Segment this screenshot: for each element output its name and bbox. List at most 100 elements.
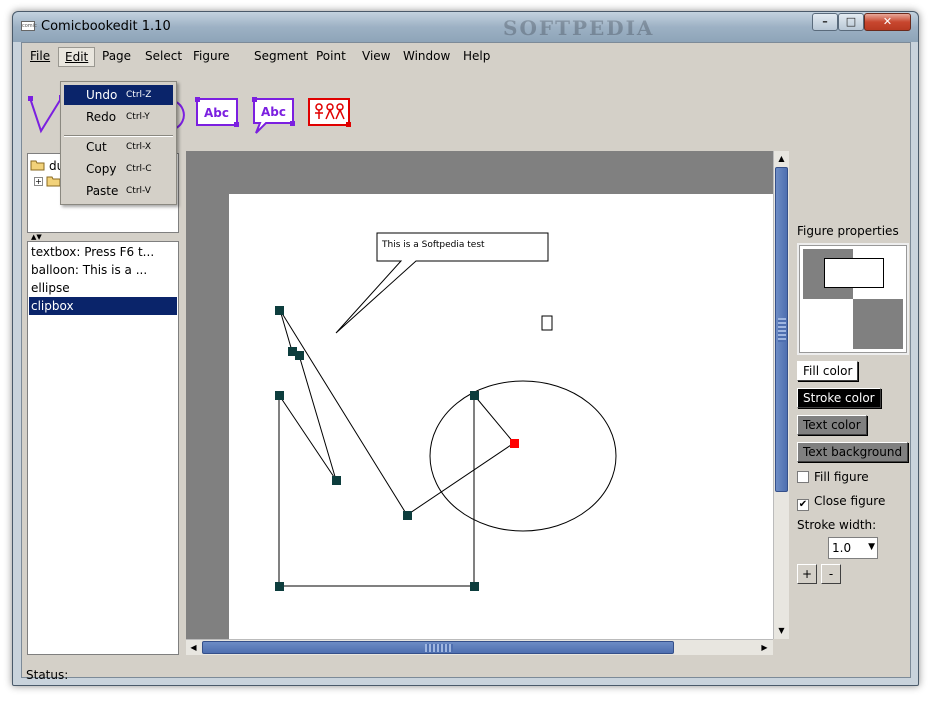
- menu-cut[interactable]: Cut Ctrl-X: [64, 137, 173, 157]
- scroll-up-icon[interactable]: ▲: [774, 151, 789, 166]
- increase-width-button[interactable]: +: [797, 564, 817, 584]
- balloon-text: This is a Softpedia test: [381, 240, 485, 250]
- menu-bar: File Edit Page Select Figure Segment Poi…: [22, 45, 910, 67]
- vertical-scroll-thumb[interactable]: [775, 167, 788, 492]
- menu-segment-label: Segment: [254, 49, 308, 63]
- menu-select-label: Select: [145, 49, 183, 63]
- window-title: Comicbookedit 1.10: [41, 19, 171, 34]
- menu-select[interactable]: Select: [139, 47, 188, 67]
- stroke-width-select[interactable]: 1.0 ▼: [828, 537, 878, 559]
- menu-redo[interactable]: Redo Ctrl-Y: [64, 107, 173, 127]
- menu-file[interactable]: File: [24, 47, 56, 67]
- point-handle[interactable]: [332, 476, 341, 485]
- textbox-tool-text: Abc: [204, 106, 229, 120]
- clipbox-tool-icon[interactable]: [306, 95, 354, 129]
- menu-point[interactable]: Point: [310, 47, 352, 67]
- figure-list-item[interactable]: ellipse: [29, 279, 177, 297]
- menu-file-label: File: [30, 49, 51, 63]
- point-handle[interactable]: [275, 582, 284, 591]
- horizontal-scrollbar[interactable]: ◀ ▶: [186, 639, 773, 655]
- figure-list-item[interactable]: textbox: Press F6 t...: [29, 243, 177, 261]
- active-point-handle[interactable]: [510, 439, 519, 448]
- scroll-left-icon[interactable]: ◀: [186, 640, 201, 655]
- grip-icon: [778, 318, 786, 342]
- figure-list: textbox: Press F6 t... balloon: This is …: [27, 241, 179, 655]
- maximize-icon: □: [845, 15, 857, 28]
- menu-figure[interactable]: Figure: [187, 47, 236, 67]
- preview-cell: [803, 299, 853, 349]
- menu-help-label: Help: [463, 49, 491, 63]
- checkmark-icon: ✔: [797, 499, 809, 511]
- fill-figure-label: Fill figure: [814, 470, 869, 484]
- panel-splitter[interactable]: ▲▼: [27, 233, 179, 241]
- close-icon: ✕: [882, 15, 893, 28]
- preview-cell: [853, 299, 903, 349]
- menu-undo[interactable]: Undo Ctrl-Z: [64, 85, 173, 105]
- stroke-color-button[interactable]: Stroke color: [797, 388, 881, 408]
- menu-page[interactable]: Page: [96, 47, 137, 67]
- menu-redo-shortcut: Ctrl-Y: [126, 112, 150, 122]
- comic-page[interactable]: This is a Softpedia test: [229, 194, 773, 639]
- menu-copy[interactable]: Copy Ctrl-C: [64, 159, 173, 179]
- vertical-scrollbar[interactable]: ▲ ▼: [773, 151, 789, 639]
- menu-copy-label: Copy: [86, 162, 117, 176]
- textbox-tool-icon[interactable]: Abc: [194, 95, 242, 129]
- figure-list-item[interactable]: clipbox: [29, 297, 177, 315]
- point-handle[interactable]: [295, 351, 304, 360]
- close-figure-label: Close figure: [814, 494, 886, 508]
- menu-window-label: Window: [403, 49, 451, 63]
- point-handle[interactable]: [470, 391, 479, 400]
- open-folder-icon: [30, 160, 45, 171]
- fill-color-button[interactable]: Fill color: [797, 361, 859, 381]
- menu-point-label: Point: [316, 49, 346, 63]
- balloon-tool-icon[interactable]: Abc: [250, 95, 298, 137]
- close-figure-checkbox[interactable]: ✔ Close figure: [797, 494, 885, 511]
- client-area: File Edit Page Select Figure Segment Poi…: [21, 42, 911, 682]
- menu-paste[interactable]: Paste Ctrl-V: [64, 181, 173, 201]
- ellipse-figure[interactable]: [429, 380, 617, 532]
- point-handle[interactable]: [275, 391, 284, 400]
- clipbox-figure[interactable]: [278, 395, 475, 587]
- menu-cut-shortcut: Ctrl-X: [126, 142, 151, 152]
- decrease-width-button[interactable]: -: [821, 564, 841, 584]
- menu-window[interactable]: Window: [397, 47, 456, 67]
- menu-help[interactable]: Help: [457, 47, 496, 67]
- menu-edit[interactable]: Edit: [58, 47, 96, 67]
- polyline-figure[interactable]: [278, 309, 515, 516]
- scroll-down-icon[interactable]: ▼: [774, 623, 789, 638]
- tree-expand-icon[interactable]: +: [34, 177, 43, 186]
- text-color-button[interactable]: Text color: [797, 415, 867, 435]
- point-handles[interactable]: [275, 306, 479, 591]
- menu-cut-label: Cut: [86, 140, 107, 154]
- menu-page-label: Page: [102, 49, 132, 63]
- figure-list-item[interactable]: balloon: This is a ...: [29, 261, 177, 279]
- menu-figure-label: Figure: [193, 49, 230, 63]
- status-bar: Status:: [26, 668, 69, 682]
- drawing-surface[interactable]: This is a Softpedia test: [229, 194, 773, 639]
- minimize-button[interactable]: –: [812, 13, 838, 31]
- figure-preview: [797, 243, 909, 355]
- app-window: comic Comicbookedit 1.10 SOFTPEDIA – □ ✕…: [12, 11, 919, 686]
- title-bar[interactable]: comic Comicbookedit 1.10 SOFTPEDIA – □ ✕: [13, 12, 918, 42]
- stroke-width-value: 1.0: [832, 541, 852, 555]
- stroke-width-label: Stroke width:: [797, 518, 877, 532]
- point-handle[interactable]: [403, 511, 412, 520]
- close-button[interactable]: ✕: [864, 13, 911, 31]
- point-handle[interactable]: [275, 306, 284, 315]
- horizontal-scroll-thumb[interactable]: [202, 641, 674, 654]
- maximize-button[interactable]: □: [838, 13, 864, 31]
- menu-paste-label: Paste: [86, 184, 119, 198]
- small-textbox[interactable]: [541, 315, 553, 331]
- figure-properties-title: Figure properties: [797, 224, 899, 238]
- preview-shape: [824, 258, 884, 288]
- point-handle[interactable]: [470, 582, 479, 591]
- menu-view[interactable]: View: [356, 47, 396, 67]
- canvas-area[interactable]: This is a Softpedia test: [186, 151, 773, 639]
- menu-edit-label: Edit: [65, 50, 89, 64]
- menu-redo-label: Redo: [86, 110, 117, 124]
- edit-menu-dropdown: Undo Ctrl-Z Redo Ctrl-Y Cut Ctrl-X Copy …: [60, 81, 177, 205]
- scroll-right-icon[interactable]: ▶: [757, 640, 772, 655]
- text-background-button[interactable]: Text background: [797, 442, 909, 462]
- fill-figure-checkbox[interactable]: Fill figure: [797, 470, 869, 484]
- menu-segment[interactable]: Segment: [248, 47, 314, 67]
